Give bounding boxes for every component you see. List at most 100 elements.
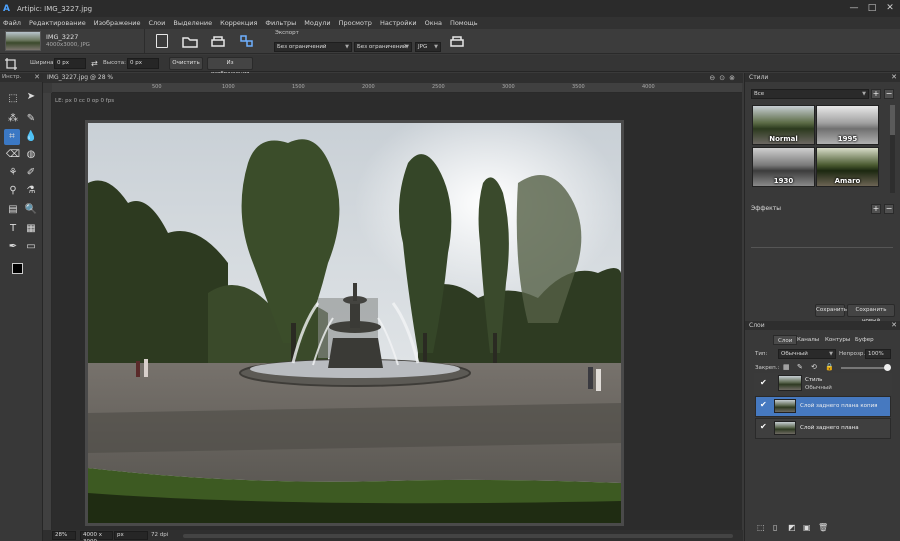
menu-help[interactable]: Помощь: [450, 19, 478, 27]
chevron-down-icon: ▼: [405, 44, 409, 50]
clear-button[interactable]: Очистить: [169, 57, 203, 70]
maximize-button[interactable]: □: [866, 2, 878, 14]
tab-paths[interactable]: Контуры: [821, 335, 854, 345]
layer-visibility-checkbox[interactable]: ✔: [760, 422, 769, 433]
pencil-icon[interactable]: ✐: [23, 165, 39, 181]
open-folder-icon[interactable]: [180, 32, 200, 50]
document-thumb-box[interactable]: IMG_3227 4000x3000, JPG: [2, 29, 145, 53]
layer-visibility-checkbox[interactable]: ✔: [760, 378, 767, 387]
marquee-tool-icon[interactable]: ⬚: [5, 91, 21, 107]
menu-adjust[interactable]: Коррекция: [220, 19, 257, 27]
styles-filter-select[interactable]: Все ▼: [751, 89, 869, 99]
text-tool-icon[interactable]: T: [5, 221, 21, 237]
menu-image[interactable]: Изображение: [94, 19, 141, 27]
document-window-controls[interactable]: ⊖⊙⊗: [709, 73, 739, 83]
print-icon[interactable]: [208, 32, 228, 50]
menu-windows[interactable]: Окна: [425, 19, 442, 27]
lock-transparency-icon[interactable]: ▦: [783, 363, 790, 371]
magic-wand-icon[interactable]: ⁂: [5, 111, 21, 127]
tab-clipboard[interactable]: Буфер: [851, 335, 878, 345]
stamp-icon[interactable]: ⚘: [5, 165, 21, 181]
blend-mode-select[interactable]: Обычный ▼: [778, 349, 836, 359]
layer-effects-icon[interactable]: ◩: [788, 523, 796, 532]
add-style-button[interactable]: +: [871, 89, 881, 99]
style-thumb-normal[interactable]: Normal: [752, 105, 815, 145]
eyedropper-icon[interactable]: ⚲: [5, 183, 21, 199]
save-style-button[interactable]: Сохранить: [815, 304, 847, 317]
save-new-style-button[interactable]: Сохранить новый: [847, 304, 895, 324]
minimize-button[interactable]: —: [848, 2, 860, 14]
layer-row[interactable]: ✔ Слой заднего плана копия: [755, 396, 891, 417]
new-layer-icon[interactable]: ▯: [773, 523, 777, 532]
layers-panel-title: Слои: [749, 322, 765, 329]
close-button[interactable]: ✕: [884, 2, 896, 14]
lock-label: Закреп.:: [755, 365, 780, 371]
add-effect-button[interactable]: +: [871, 204, 881, 214]
drop-icon[interactable]: 💧: [23, 129, 39, 145]
export-size-select-1[interactable]: Без ограничений ▼: [274, 42, 352, 52]
remove-effect-button[interactable]: −: [884, 204, 894, 214]
photo-canvas[interactable]: [85, 120, 624, 526]
close-icon[interactable]: ✕: [891, 73, 897, 82]
lock-all-icon[interactable]: 🔒: [825, 363, 834, 371]
menu-file[interactable]: Файл: [3, 19, 21, 27]
opacity-slider-handle[interactable]: [884, 364, 891, 371]
new-group-icon[interactable]: ⬚: [757, 523, 765, 532]
width-input[interactable]: 0 px: [54, 58, 86, 69]
fill-icon[interactable]: ▤: [5, 202, 21, 218]
opacity-slider[interactable]: [841, 367, 887, 369]
from-image-button[interactable]: Из изображения: [207, 57, 253, 77]
zoom-icon[interactable]: 🔍: [23, 202, 39, 218]
foreground-color-swatch[interactable]: [12, 263, 23, 274]
style-thumb-1995[interactable]: 1995: [816, 105, 879, 145]
menu-edit[interactable]: Редактирование: [29, 19, 86, 27]
mask-icon[interactable]: ▣: [803, 523, 811, 532]
menu-filters[interactable]: Фильтры: [265, 19, 296, 27]
export-print-icon[interactable]: [447, 32, 467, 50]
brush-tool-icon[interactable]: ✎: [23, 111, 39, 127]
menu-view[interactable]: Просмотр: [339, 19, 372, 27]
style-thumb-amaro[interactable]: Amaro: [816, 147, 879, 187]
swap-icon[interactable]: ⇄: [91, 59, 98, 68]
opacity-input[interactable]: 100%: [865, 349, 891, 359]
horizontal-scrollbar[interactable]: [183, 534, 733, 538]
share-icon[interactable]: [236, 32, 256, 50]
layer-visibility-checkbox[interactable]: ✔: [760, 400, 769, 411]
zoom-field[interactable]: 28%: [52, 531, 76, 540]
shape-tool-icon[interactable]: ▭: [23, 239, 39, 255]
color-picker-icon[interactable]: ⚗: [23, 183, 39, 199]
lock-paint-icon[interactable]: ✎: [797, 363, 803, 371]
unit-select[interactable]: px: [114, 531, 148, 540]
close-icon[interactable]: ✕: [34, 73, 40, 82]
close-icon[interactable]: ✕: [891, 321, 897, 330]
menu-settings[interactable]: Настройки: [380, 19, 417, 27]
lock-move-icon[interactable]: ⟲: [811, 363, 817, 371]
menu-layers[interactable]: Слои: [148, 19, 165, 27]
layer-row[interactable]: ✔ Стиль Обычный: [754, 373, 892, 395]
document-tab[interactable]: IMG_3227.jpg @ 28 % ⊖⊙⊗: [43, 73, 743, 83]
chevron-down-icon: ▼: [345, 44, 349, 50]
ruler-tick: 2000: [362, 84, 375, 90]
layer-name: Слой заднего плана копия: [800, 403, 878, 409]
crop-tool-icon[interactable]: [4, 57, 18, 71]
pen-tool-icon[interactable]: ✒: [5, 239, 21, 255]
tab-channels[interactable]: Каналы: [793, 335, 823, 345]
blur-icon[interactable]: ◍: [23, 147, 39, 163]
style-thumb-1930[interactable]: 1930: [752, 147, 815, 187]
styles-scrollbar[interactable]: [890, 105, 895, 193]
crop-tool-icon[interactable]: ⌗: [4, 129, 20, 145]
trash-icon[interactable]: 🗑: [818, 523, 828, 532]
gradient-icon[interactable]: ▦: [23, 221, 39, 237]
new-document-icon[interactable]: [152, 32, 172, 50]
export-size-select-2[interactable]: Без ограничений ▼: [354, 42, 412, 52]
export-format-select[interactable]: JPG ▼: [415, 42, 441, 52]
remove-style-button[interactable]: −: [884, 89, 894, 99]
layer-row[interactable]: ✔ Слой заднего плана: [755, 418, 891, 439]
move-tool-icon[interactable]: ➤: [23, 89, 39, 105]
eraser-icon[interactable]: ⌫: [5, 147, 21, 163]
height-input[interactable]: 0 px: [127, 58, 159, 69]
styles-panel-title: Стили: [749, 74, 769, 81]
menu-select[interactable]: Выделение: [173, 19, 212, 27]
style-thumb-label: 1930: [773, 177, 794, 185]
menu-plugins[interactable]: Модули: [304, 19, 330, 27]
